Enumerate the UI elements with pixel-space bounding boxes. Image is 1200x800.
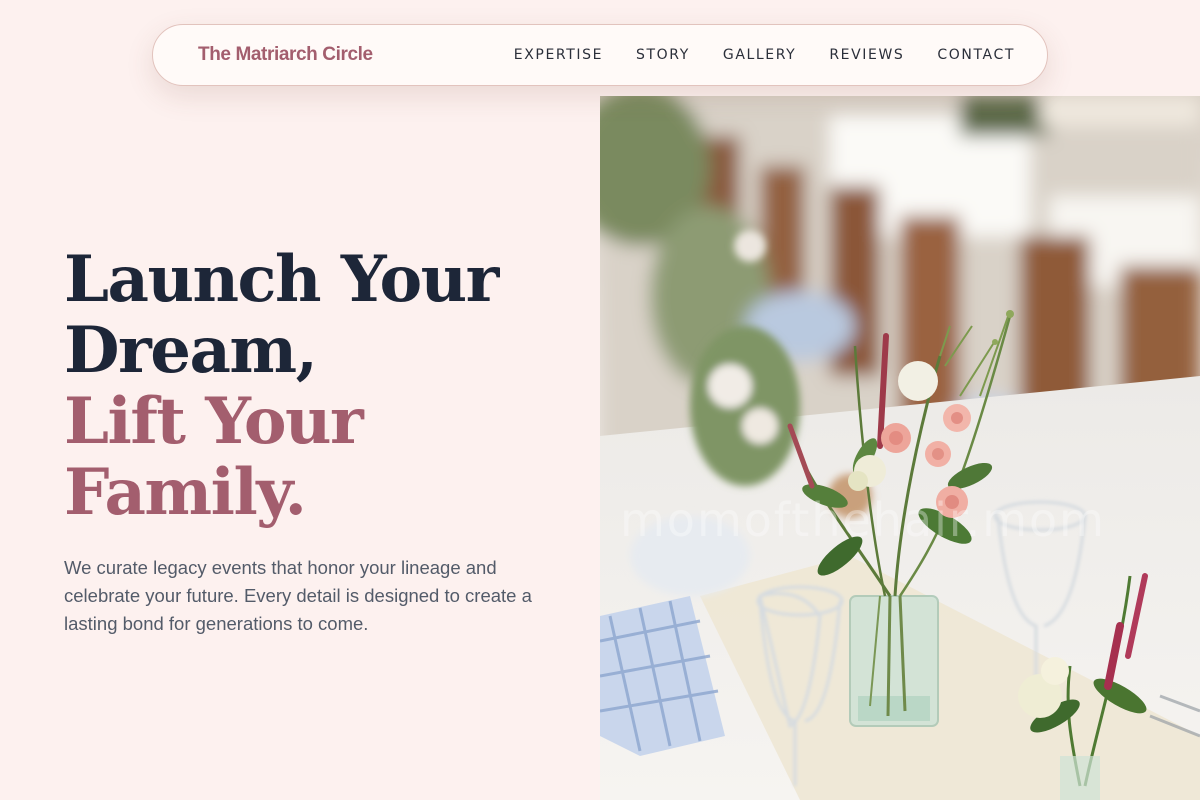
nav-link-reviews[interactable]: REVIEWS xyxy=(829,47,904,63)
headline-line-1: Launch Your xyxy=(64,242,499,317)
hero-description: We curate legacy events that honor your … xyxy=(64,557,532,634)
headline-line-2: Dream, xyxy=(64,313,318,388)
nav-link-expertise[interactable]: EXPERTISE xyxy=(514,47,603,63)
brand-logo-link[interactable]: The Matriarch Circle xyxy=(198,44,373,66)
nav-link-gallery[interactable]: GALLERY xyxy=(723,47,796,63)
nav-link-contact[interactable]: CONTACT xyxy=(937,47,1015,63)
nav-links: EXPERTISE STORY GALLERY REVIEWS CONTACT xyxy=(514,47,1015,63)
hero-headline: Launch Your Dream, Lift Your Family. xyxy=(64,244,564,528)
headline-line-4: Family. xyxy=(64,455,307,530)
hero-section: Launch Your Dream, Lift Your Family. We … xyxy=(64,244,564,638)
hero-image-table-flowers: momofthehair.mom xyxy=(600,96,1200,800)
top-nav: The Matriarch Circle EXPERTISE STORY GAL… xyxy=(152,24,1048,86)
nav-link-story[interactable]: STORY xyxy=(636,47,690,63)
headline-line-3: Lift Your xyxy=(64,384,364,459)
image-watermark: momofthehair.mom xyxy=(620,493,1106,547)
